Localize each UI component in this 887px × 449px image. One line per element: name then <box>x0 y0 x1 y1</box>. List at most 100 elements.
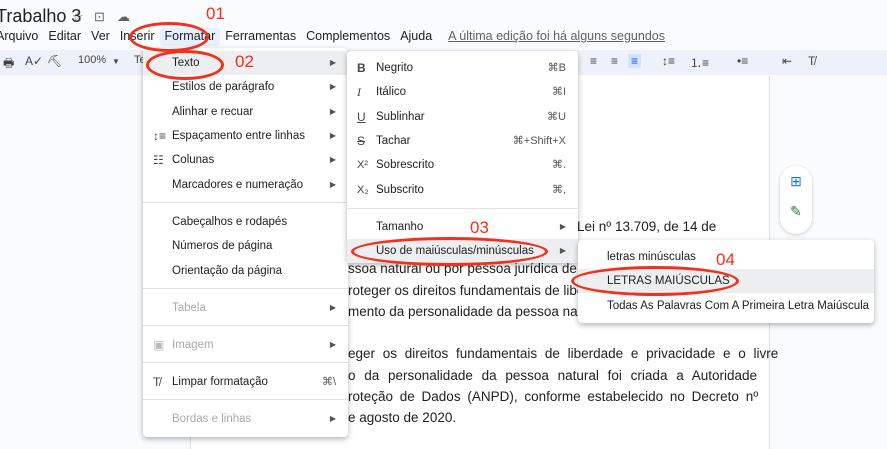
image-icon: ▣ <box>153 338 165 352</box>
clear-format-icon: T̸ <box>153 375 161 389</box>
menu-item-numeros-pagina[interactable]: Números de página <box>143 234 348 258</box>
menu-item-tachar[interactable]: S Tachar ⌘+Shift+X <box>347 129 578 153</box>
doc-line: ), Lei nº 13.709, de 14 de <box>565 219 717 234</box>
subscript-icon: X₂ <box>357 184 369 196</box>
arrow-right-icon: ▶ <box>329 340 336 349</box>
divider <box>347 208 578 209</box>
move-folder-icon[interactable]: ⊡ <box>94 9 105 25</box>
menu-item-alinhar[interactable]: Alinhar e recuar ▶ <box>143 100 348 124</box>
annotation-ellipse-02 <box>146 50 224 80</box>
divider <box>143 288 348 289</box>
label: Espaçamento entre linhas <box>172 130 305 142</box>
paint-format-icon[interactable]: ⛏ <box>47 54 62 68</box>
align-right-icon[interactable]: ≡ <box>611 54 618 68</box>
suggest-edit-icon[interactable]: ✎ <box>783 203 809 220</box>
menu-item-sobrescrito[interactable]: X² Sobrescrito ⌘. <box>347 153 578 177</box>
underline-icon: U <box>357 110 366 124</box>
label: Tabela <box>172 302 206 314</box>
menu-item-title-case[interactable]: Todas As Palavras Com A Primeira Letra M… <box>578 294 874 318</box>
arrow-right-icon: ▶ <box>329 414 336 423</box>
menu-bar: Arquivo Editar Ver Inserir Formatar Ferr… <box>0 28 670 46</box>
bulleted-list-icon[interactable]: •≡ <box>737 54 748 68</box>
menu-item-imagem: ▣ Imagem ▶ <box>143 333 348 357</box>
annotation-04: 04 <box>716 250 735 269</box>
add-comment-icon[interactable]: ⊞ <box>783 173 809 190</box>
label: Tachar <box>376 135 411 147</box>
annotation-01: 01 <box>206 4 225 23</box>
menu-item-italico[interactable]: I Itálico ⌘I <box>347 80 578 104</box>
menu-item-bordas: Bordas e linhas ▶ <box>143 407 348 431</box>
label: Subscrito <box>376 184 424 196</box>
doc-line: mento da personalidade da pessoa natural <box>348 304 604 319</box>
align-center-icon[interactable]: ≡ <box>590 54 597 68</box>
align-justify-icon[interactable]: ≡ <box>628 54 642 68</box>
annotation-ellipse-01 <box>129 22 209 52</box>
line-spacing-icon: ↕≡ <box>153 129 167 143</box>
label: Imagem <box>172 339 214 351</box>
menu-item-cabecalhos[interactable]: Cabeçalhos e rodapés <box>143 210 348 234</box>
indent-icon[interactable]: ⇤ <box>782 54 792 68</box>
star-icon[interactable]: ☆ <box>72 9 84 25</box>
spellcheck-icon[interactable]: A✓ <box>25 54 43 68</box>
columns-icon: ☷ <box>153 153 164 167</box>
last-edit-link[interactable]: A última edição foi há alguns segundos <box>443 28 670 46</box>
doc-line: eger os direitos fundamentais de liberda… <box>348 346 779 361</box>
menu-item-tamanho[interactable]: Tamanho ▶ <box>347 215 578 239</box>
menu-arquivo[interactable]: Arquivo <box>0 28 43 46</box>
menu-item-colunas[interactable]: ☷ Colunas ▶ <box>143 148 348 172</box>
cloud-saved-icon[interactable]: ☁ <box>117 9 130 25</box>
doc-line: o da personalidade da pessoa natural foi… <box>348 368 758 383</box>
menu-ver[interactable]: Ver <box>86 28 115 46</box>
menu-item-espacamento[interactable]: ↕≡ Espaçamento entre linhas ▶ <box>143 124 348 148</box>
menu-complementos[interactable]: Complementos <box>301 28 395 46</box>
menu-ajuda[interactable]: Ajuda <box>395 28 437 46</box>
arrow-right-icon: ▶ <box>329 131 336 140</box>
menu-ferramentas[interactable]: Ferramentas <box>220 28 301 46</box>
text-submenu: B Negrito ⌘B I Itálico ⌘I U Sublinhar ⌘U S Tach… <box>347 51 578 263</box>
menu-item-subscrito[interactable]: X₂ Subscrito ⌘, <box>347 178 578 202</box>
menu-item-limpar[interactable]: T̸ Limpar formatação ⌘\ <box>143 370 348 394</box>
divider <box>143 362 348 363</box>
chevron-down-icon: ▼ <box>112 57 120 66</box>
label: Tamanho <box>376 221 424 233</box>
doc-line: roteção de Dados (ANPD), conforme estabe… <box>348 389 759 404</box>
divider <box>143 325 348 326</box>
zoom-select[interactable]: 100% <box>78 54 106 66</box>
print-icon[interactable]: 🖶 <box>3 54 14 75</box>
label: Negrito <box>376 62 414 74</box>
line-spacing-icon[interactable]: ↕≡ <box>662 54 675 68</box>
shortcut: ⌘. <box>551 159 566 171</box>
label: Sublinhar <box>376 111 425 123</box>
shortcut: ⌘, <box>551 184 566 196</box>
format-menu: Texto ▶ Estilos de parágrafo ▶ Alinhar e r… <box>143 48 348 437</box>
arrow-right-icon: ▶ <box>329 58 336 67</box>
annotation-03: 03 <box>470 218 489 237</box>
arrow-right-icon: ▶ <box>559 246 566 255</box>
label: Limpar formatação <box>172 376 268 388</box>
numbered-list-icon[interactable]: ⒈≡ <box>690 54 709 71</box>
label: Marcadores e numeração <box>172 179 304 191</box>
doc-line: e agosto de 2020. <box>348 410 457 425</box>
shortcut: ⌘I <box>551 86 566 98</box>
label: Itálico <box>376 86 407 98</box>
label: Todas As Palavras Com A Primeira Letra M… <box>607 300 870 312</box>
shortcut: ⌘+Shift+X <box>512 135 566 147</box>
divider <box>143 399 348 400</box>
menu-item-marcadores[interactable]: Marcadores e numeração ▶ <box>143 173 348 197</box>
menu-editar[interactable]: Editar <box>43 28 86 46</box>
menu-item-sublinhar[interactable]: U Sublinhar ⌘U <box>347 105 578 129</box>
doc-line: roteger os direitos fundamentais de libe… <box>348 283 597 298</box>
shortcut: ⌘U <box>547 111 566 123</box>
arrow-right-icon: ▶ <box>329 180 336 189</box>
menu-item-negrito[interactable]: B Negrito ⌘B <box>347 56 578 80</box>
label: Cabeçalhos e rodapés <box>172 216 288 228</box>
clear-formatting-icon[interactable]: T̸ <box>808 54 815 68</box>
label: Bordas e linhas <box>172 413 252 425</box>
annotation-ellipse-03 <box>351 237 548 266</box>
arrow-right-icon: ▶ <box>329 82 336 91</box>
document-title[interactable]: Trabalho 3 <box>0 6 81 27</box>
arrow-right-icon: ▶ <box>559 222 566 231</box>
menu-item-tabela: Tabela ▶ <box>143 296 348 320</box>
annotation-ellipse-04 <box>571 266 739 296</box>
menu-item-orientacao[interactable]: Orientação da página <box>143 259 348 283</box>
